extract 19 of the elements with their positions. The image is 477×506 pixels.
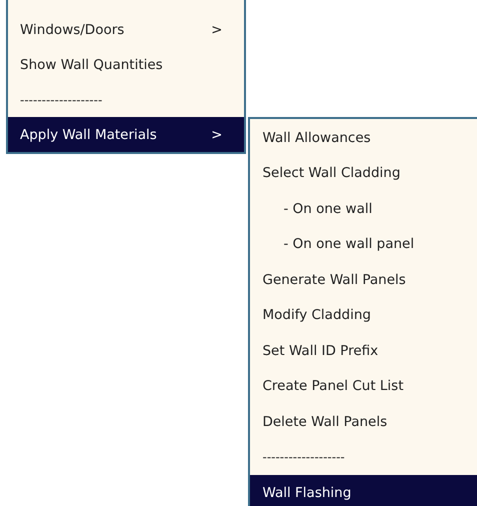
menu-item-label: Apply Wall Materials [20, 126, 157, 142]
submenu-arrow: > [211, 126, 222, 142]
menu-item-label: Windows/Doors [20, 22, 124, 38]
menu-item[interactable]: Show Wall Quantities [8, 47, 244, 82]
menu-item[interactable]: Delete Wall Panels [250, 404, 477, 440]
menu-item[interactable]: Apply Wall Materials > [8, 117, 244, 152]
menu-item[interactable]: - On one wall panel [250, 226, 477, 262]
menu-item[interactable]: Wall Allowances [250, 120, 477, 156]
menu-separator: ------------------- [19, 92, 104, 108]
menu-item[interactable]: Modify Cladding [250, 298, 477, 333]
menu-item[interactable]: Create Panel Cut List [250, 368, 477, 404]
menu-item[interactable]: Wall Flashing [250, 475, 477, 506]
submenu-arrow: > [211, 22, 222, 38]
menu-item[interactable]: Windows/Doors > [8, 12, 244, 47]
menu-item[interactable]: Generate Wall Panels [250, 262, 477, 298]
menu-separator: ------------------- [261, 449, 346, 466]
menu-item[interactable]: Set Wall ID Prefix [250, 333, 477, 368]
menu-item[interactable]: - On one wall [250, 191, 477, 226]
menu-item[interactable]: Select Wall Cladding [250, 156, 477, 191]
